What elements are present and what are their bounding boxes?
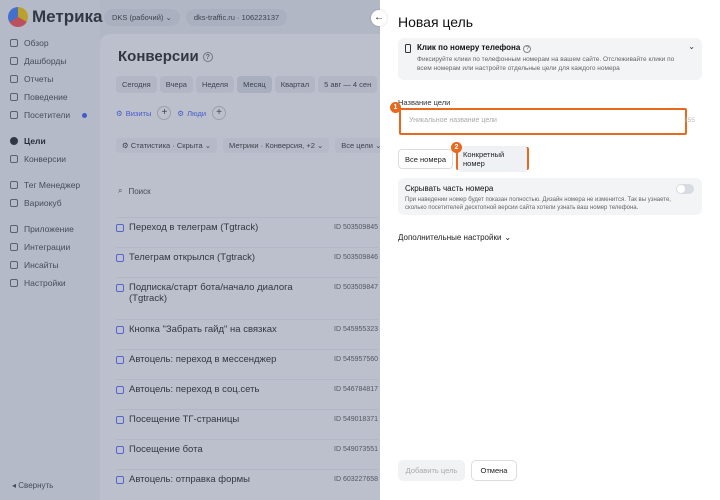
modal-overlay[interactable] [0,0,380,500]
new-goal-panel: Новая цель Клик по номеру телефона? Фикс… [380,0,720,500]
hide-number-section: Скрывать часть номера При наведении номе… [398,178,702,215]
phone-icon [405,44,411,53]
goal-name-label: Название цели [398,98,451,107]
annotation-marker-1: 1 [390,102,401,113]
panel-title: Новая цель [398,14,474,30]
cancel-button[interactable]: Отмена [471,460,517,481]
add-goal-button[interactable]: Добавить цель [398,460,465,481]
hide-number-title: Скрывать часть номера [405,184,494,193]
close-panel-button[interactable]: ← [371,10,387,26]
hide-number-toggle[interactable] [676,184,694,194]
hide-number-description: При наведении номер будет показан полнос… [405,197,671,211]
all-numbers-button[interactable]: Все номера [398,149,453,169]
advanced-settings-toggle[interactable]: Дополнительные настройки ⌄ [398,233,511,242]
goal-type-title: Клик по номеру телефона? [417,43,532,53]
chevron-down-icon[interactable]: ⌄ [688,42,695,51]
goal-type-description: Фиксируйте клики по телефонным номерам н… [417,56,675,72]
goal-name-input[interactable] [409,117,669,124]
help-icon[interactable]: ? [523,45,532,53]
arrow-left-icon: ← [374,12,384,23]
specific-number-button[interactable]: Конкретный номер [456,145,529,172]
annotation-marker-2: 2 [451,142,462,153]
char-limit-counter: 255 [684,117,695,124]
chevron-down-icon: ⌄ [504,233,512,242]
goal-type-card[interactable]: Клик по номеру телефона? Фиксируйте клик… [398,38,702,80]
goal-name-field-highlight [399,108,687,135]
